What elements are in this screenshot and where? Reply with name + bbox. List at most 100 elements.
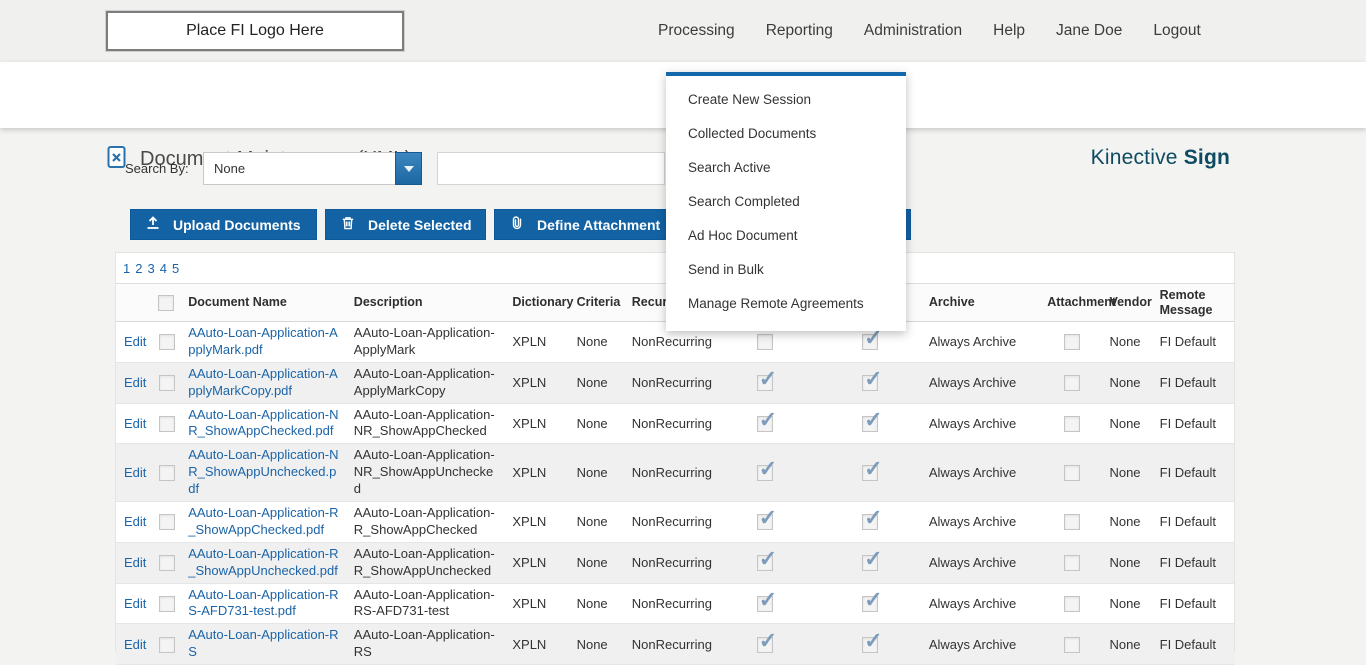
menu-item-search-active[interactable]: Search Active bbox=[666, 151, 906, 185]
attachment-checkbox[interactable] bbox=[1064, 596, 1080, 612]
row-select-checkbox[interactable] bbox=[159, 416, 175, 432]
nav-item-logout[interactable]: Logout bbox=[1153, 22, 1200, 40]
page-number-2[interactable]: 2 bbox=[135, 261, 142, 276]
archive-cell: Always Archive bbox=[923, 444, 1041, 502]
menu-item-manage-remote-agreements[interactable]: Manage Remote Agreements bbox=[666, 287, 906, 321]
flag1-checkbox[interactable] bbox=[757, 637, 773, 653]
flag1-checkbox[interactable] bbox=[757, 375, 773, 391]
edit-link[interactable]: Edit bbox=[124, 596, 146, 611]
dictionary-cell: XPLN bbox=[506, 444, 570, 502]
description-cell: AAuto-Loan-Application-ApplyMark bbox=[348, 322, 507, 363]
document-name-link[interactable]: AAuto-Loan-Application-R_ShowAppChecked.… bbox=[188, 505, 342, 539]
page-number-5[interactable]: 5 bbox=[172, 261, 179, 276]
trash-icon bbox=[340, 215, 356, 234]
edit-link[interactable]: Edit bbox=[124, 465, 146, 480]
edit-link[interactable]: Edit bbox=[124, 637, 146, 652]
archive-cell: Always Archive bbox=[923, 403, 1041, 444]
flag2-checkbox[interactable] bbox=[862, 334, 878, 350]
flag2-checkbox[interactable] bbox=[862, 637, 878, 653]
upload-documents-label: Upload Documents bbox=[173, 217, 301, 233]
edit-link[interactable]: Edit bbox=[124, 514, 146, 529]
vendor-cell: None bbox=[1103, 624, 1153, 665]
document-name-link[interactable]: AAuto-Loan-Application-ApplyMark.pdf bbox=[188, 325, 342, 359]
row-select-checkbox[interactable] bbox=[159, 555, 175, 571]
paperclip-icon bbox=[509, 215, 525, 234]
document-name-link[interactable]: AAuto-Loan-Application-RS-AFD731-test.pd… bbox=[188, 587, 342, 621]
flag2-checkbox[interactable] bbox=[862, 555, 878, 571]
document-name-link[interactable]: AAuto-Loan-Application-RS bbox=[188, 627, 342, 661]
row-select-checkbox[interactable] bbox=[159, 334, 175, 350]
nav-item-administration[interactable]: Administration bbox=[864, 22, 962, 40]
document-name-link[interactable]: AAuto-Loan-Application-R_ShowAppUnchecke… bbox=[188, 546, 342, 580]
select-all-checkbox[interactable] bbox=[158, 295, 174, 311]
edit-link[interactable]: Edit bbox=[124, 416, 146, 431]
flag2-checkbox[interactable] bbox=[862, 416, 878, 432]
nav-item-reporting[interactable]: Reporting bbox=[766, 22, 833, 40]
recurring-cell: NonRecurring bbox=[626, 502, 712, 543]
flag2-checkbox[interactable] bbox=[862, 465, 878, 481]
header-criteria: Criteria bbox=[571, 284, 626, 322]
brand-regular: Kinective bbox=[1091, 146, 1178, 169]
nav-item-help[interactable]: Help bbox=[993, 22, 1025, 40]
table-row: Edit AAuto-Loan-Application-ApplyMarkCopy… bbox=[116, 362, 1234, 403]
nav-item-processing[interactable]: Processing bbox=[658, 22, 735, 40]
flag2-checkbox[interactable] bbox=[862, 596, 878, 612]
page-number-4[interactable]: 4 bbox=[160, 261, 167, 276]
row-select-checkbox[interactable] bbox=[159, 465, 175, 481]
vendor-cell: None bbox=[1103, 444, 1153, 502]
search-by-select[interactable]: None bbox=[203, 152, 422, 185]
flag1-checkbox[interactable] bbox=[757, 465, 773, 481]
menu-item-create-new-session[interactable]: Create New Session bbox=[666, 83, 906, 117]
attachment-checkbox[interactable] bbox=[1064, 416, 1080, 432]
flag1-checkbox[interactable] bbox=[757, 514, 773, 530]
edit-link[interactable]: Edit bbox=[124, 375, 146, 390]
fi-logo-text: Place FI Logo Here bbox=[186, 22, 324, 40]
document-name-link[interactable]: AAuto-Loan-Application-NR_ShowAppChecked… bbox=[188, 407, 342, 441]
remote-message-cell: FI Default bbox=[1154, 502, 1234, 543]
main-nav: Processing Reporting Administration Help Jan… bbox=[658, 0, 1201, 62]
upload-documents-button[interactable]: Upload Documents bbox=[130, 209, 317, 240]
delete-selected-button[interactable]: Delete Selected bbox=[325, 209, 486, 240]
edit-link[interactable]: Edit bbox=[124, 555, 146, 570]
flag2-checkbox[interactable] bbox=[862, 514, 878, 530]
define-attachment-label: Define Attachment bbox=[537, 217, 660, 233]
flag1-checkbox[interactable] bbox=[757, 555, 773, 571]
flag1-checkbox[interactable] bbox=[757, 334, 773, 350]
search-input[interactable] bbox=[437, 152, 665, 185]
criteria-cell: None bbox=[571, 444, 626, 502]
nav-item-jane-doe[interactable]: Jane Doe bbox=[1056, 22, 1122, 40]
header-dictionary: Dictionary bbox=[506, 284, 570, 322]
document-name-link[interactable]: AAuto-Loan-Application-ApplyMarkCopy.pdf bbox=[188, 366, 342, 400]
vendor-cell: None bbox=[1103, 322, 1153, 363]
flag2-checkbox[interactable] bbox=[862, 375, 878, 391]
row-select-checkbox[interactable] bbox=[159, 596, 175, 612]
criteria-cell: None bbox=[571, 502, 626, 543]
page-number-3[interactable]: 3 bbox=[147, 261, 154, 276]
archive-cell: Always Archive bbox=[923, 362, 1041, 403]
attachment-checkbox[interactable] bbox=[1064, 514, 1080, 530]
attachment-checkbox[interactable] bbox=[1064, 375, 1080, 391]
attachment-checkbox[interactable] bbox=[1064, 637, 1080, 653]
flag1-checkbox[interactable] bbox=[757, 416, 773, 432]
page-number-1[interactable]: 1 bbox=[123, 261, 130, 276]
table-row: Edit AAuto-Loan-Application-NR_ShowAppUnc… bbox=[116, 444, 1234, 502]
documents-table: Document Name Description Dictionary Cri… bbox=[116, 283, 1234, 665]
attachment-checkbox[interactable] bbox=[1064, 555, 1080, 571]
row-select-checkbox[interactable] bbox=[159, 514, 175, 530]
document-name-link[interactable]: AAuto-Loan-Application-NR_ShowAppUncheck… bbox=[188, 447, 342, 498]
dictionary-cell: XPLN bbox=[506, 362, 570, 403]
flag1-checkbox[interactable] bbox=[757, 596, 773, 612]
menu-item-search-completed[interactable]: Search Completed bbox=[666, 185, 906, 219]
row-select-checkbox[interactable] bbox=[159, 375, 175, 391]
menu-item-send-in-bulk[interactable]: Send in Bulk bbox=[666, 253, 906, 287]
description-cell: AAuto-Loan-Application-RS bbox=[348, 624, 507, 665]
select-dropdown-button[interactable] bbox=[395, 152, 422, 185]
edit-link[interactable]: Edit bbox=[124, 334, 146, 349]
menu-item-collected-documents[interactable]: Collected Documents bbox=[666, 117, 906, 151]
row-select-checkbox[interactable] bbox=[159, 637, 175, 653]
attachment-checkbox[interactable] bbox=[1064, 334, 1080, 350]
description-cell: AAuto-Loan-Application-R_ShowAppUnchecke… bbox=[348, 542, 507, 583]
menu-item-ad-hoc-document[interactable]: Ad Hoc Document bbox=[666, 219, 906, 253]
fi-logo-placeholder: Place FI Logo Here bbox=[106, 11, 404, 51]
attachment-checkbox[interactable] bbox=[1064, 465, 1080, 481]
